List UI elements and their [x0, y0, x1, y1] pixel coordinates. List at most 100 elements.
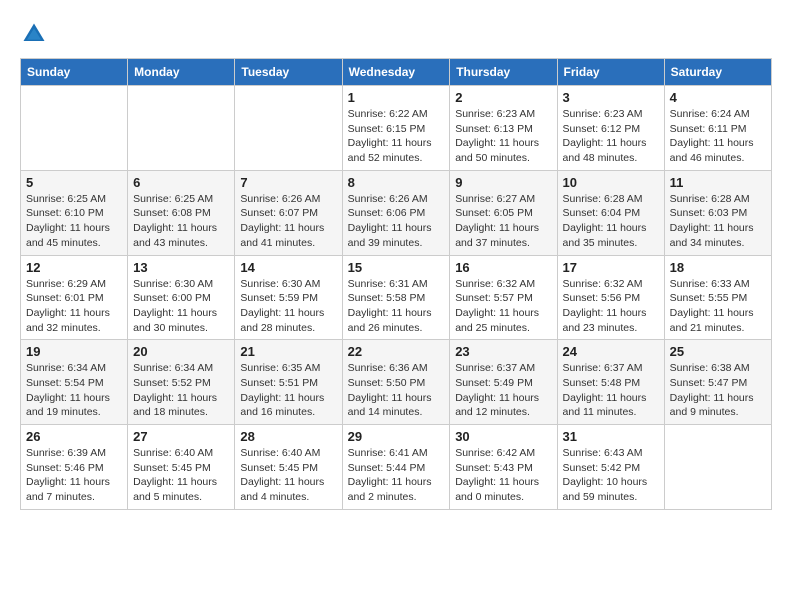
day-info: Sunrise: 6:36 AMSunset: 5:50 PMDaylight:… — [348, 361, 445, 420]
day-number: 12 — [26, 260, 122, 275]
calendar-cell: 19Sunrise: 6:34 AMSunset: 5:54 PMDayligh… — [21, 340, 128, 425]
day-info: Sunrise: 6:41 AMSunset: 5:44 PMDaylight:… — [348, 446, 445, 505]
calendar-cell: 7 Sunrise: 6:26 AMSunset: 6:07 PMDaylight… — [235, 170, 342, 255]
calendar-cell: 20Sunrise: 6:34 AMSunset: 5:52 PMDayligh… — [128, 340, 235, 425]
day-number: 16 — [455, 260, 551, 275]
calendar-cell: 30 Sunrise: 6:42 AMSunset: 5:43 PMDayligh… — [450, 425, 557, 510]
day-info: Sunrise: 6:23 AMSunset: 6:13 PMDaylight:… — [455, 107, 551, 166]
day-number: 29 — [348, 429, 445, 444]
calendar-cell: 23 Sunrise: 6:37 AMSunset: 5:49 PMDayligh… — [450, 340, 557, 425]
day-info: Sunrise: 6:33 AMSunset: 5:55 PMDaylight:… — [670, 277, 766, 336]
day-number: 26 — [26, 429, 122, 444]
calendar-cell: 27Sunrise: 6:40 AMSunset: 5:45 PMDayligh… — [128, 425, 235, 510]
day-info: Sunrise: 6:30 AMSunset: 6:00 PMDaylight:… — [133, 277, 229, 336]
day-number: 7 — [240, 175, 336, 190]
day-info: Sunrise: 6:26 AMSunset: 6:06 PMDaylight:… — [348, 192, 445, 251]
calendar-cell — [664, 425, 771, 510]
calendar-cell: 11 Sunrise: 6:28 AMSunset: 6:03 PMDayligh… — [664, 170, 771, 255]
day-info: Sunrise: 6:32 AMSunset: 5:56 PMDaylight:… — [563, 277, 659, 336]
day-info: Sunrise: 6:37 AMSunset: 5:48 PMDaylight:… — [563, 361, 659, 420]
day-info: Sunrise: 6:34 AMSunset: 5:54 PMDaylight:… — [26, 361, 122, 420]
calendar-cell: 28 Sunrise: 6:40 AMSunset: 5:45 PMDayligh… — [235, 425, 342, 510]
calendar-cell: 26 Sunrise: 6:39 AMSunset: 5:46 PMDayligh… — [21, 425, 128, 510]
weekday-header-monday: Monday — [128, 59, 235, 86]
day-number: 3 — [563, 90, 659, 105]
calendar-week-row: 19Sunrise: 6:34 AMSunset: 5:54 PMDayligh… — [21, 340, 772, 425]
calendar-cell — [235, 86, 342, 171]
day-number: 6 — [133, 175, 229, 190]
day-number: 30 — [455, 429, 551, 444]
day-info: Sunrise: 6:25 AMSunset: 6:10 PMDaylight:… — [26, 192, 122, 251]
day-info: Sunrise: 6:32 AMSunset: 5:57 PMDaylight:… — [455, 277, 551, 336]
logo — [20, 20, 50, 48]
day-number: 11 — [670, 175, 766, 190]
day-number: 22 — [348, 344, 445, 359]
weekday-header-wednesday: Wednesday — [342, 59, 450, 86]
day-number: 8 — [348, 175, 445, 190]
day-number: 24 — [563, 344, 659, 359]
weekday-header-thursday: Thursday — [450, 59, 557, 86]
day-info: Sunrise: 6:23 AMSunset: 6:12 PMDaylight:… — [563, 107, 659, 166]
day-info: Sunrise: 6:27 AMSunset: 6:05 PMDaylight:… — [455, 192, 551, 251]
calendar-week-row: 1Sunrise: 6:22 AMSunset: 6:15 PMDaylight… — [21, 86, 772, 171]
calendar-cell: 21Sunrise: 6:35 AMSunset: 5:51 PMDayligh… — [235, 340, 342, 425]
page-header — [20, 20, 772, 48]
calendar-cell: 14 Sunrise: 6:30 AMSunset: 5:59 PMDayligh… — [235, 255, 342, 340]
weekday-header-sunday: Sunday — [21, 59, 128, 86]
calendar-cell: 13 Sunrise: 6:30 AMSunset: 6:00 PMDayligh… — [128, 255, 235, 340]
day-info: Sunrise: 6:38 AMSunset: 5:47 PMDaylight:… — [670, 361, 766, 420]
day-number: 14 — [240, 260, 336, 275]
calendar-cell: 25 Sunrise: 6:38 AMSunset: 5:47 PMDayligh… — [664, 340, 771, 425]
calendar-cell: 15Sunrise: 6:31 AMSunset: 5:58 PMDayligh… — [342, 255, 450, 340]
day-number: 31 — [563, 429, 659, 444]
weekday-header-tuesday: Tuesday — [235, 59, 342, 86]
calendar-week-row: 12 Sunrise: 6:29 AMSunset: 6:01 PMDayligh… — [21, 255, 772, 340]
calendar-cell: 3 Sunrise: 6:23 AMSunset: 6:12 PMDaylight… — [557, 86, 664, 171]
day-info: Sunrise: 6:39 AMSunset: 5:46 PMDaylight:… — [26, 446, 122, 505]
day-info: Sunrise: 6:43 AMSunset: 5:42 PMDaylight:… — [563, 446, 659, 505]
day-number: 25 — [670, 344, 766, 359]
calendar-cell: 5 Sunrise: 6:25 AMSunset: 6:10 PMDaylight… — [21, 170, 128, 255]
calendar-week-row: 26 Sunrise: 6:39 AMSunset: 5:46 PMDayligh… — [21, 425, 772, 510]
day-number: 27 — [133, 429, 229, 444]
calendar-cell: 2 Sunrise: 6:23 AMSunset: 6:13 PMDaylight… — [450, 86, 557, 171]
calendar-cell: 1Sunrise: 6:22 AMSunset: 6:15 PMDaylight… — [342, 86, 450, 171]
calendar-cell: 17Sunrise: 6:32 AMSunset: 5:56 PMDayligh… — [557, 255, 664, 340]
day-number: 2 — [455, 90, 551, 105]
calendar-cell: 24 Sunrise: 6:37 AMSunset: 5:48 PMDayligh… — [557, 340, 664, 425]
day-info: Sunrise: 6:37 AMSunset: 5:49 PMDaylight:… — [455, 361, 551, 420]
calendar-cell: 4 Sunrise: 6:24 AMSunset: 6:11 PMDaylight… — [664, 86, 771, 171]
calendar-header-row: SundayMondayTuesdayWednesdayThursdayFrid… — [21, 59, 772, 86]
day-number: 15 — [348, 260, 445, 275]
day-number: 28 — [240, 429, 336, 444]
day-number: 9 — [455, 175, 551, 190]
day-info: Sunrise: 6:30 AMSunset: 5:59 PMDaylight:… — [240, 277, 336, 336]
calendar-cell: 6 Sunrise: 6:25 AMSunset: 6:08 PMDaylight… — [128, 170, 235, 255]
day-info: Sunrise: 6:42 AMSunset: 5:43 PMDaylight:… — [455, 446, 551, 505]
weekday-header-friday: Friday — [557, 59, 664, 86]
day-number: 10 — [563, 175, 659, 190]
day-info: Sunrise: 6:28 AMSunset: 6:03 PMDaylight:… — [670, 192, 766, 251]
calendar-week-row: 5 Sunrise: 6:25 AMSunset: 6:10 PMDaylight… — [21, 170, 772, 255]
day-info: Sunrise: 6:24 AMSunset: 6:11 PMDaylight:… — [670, 107, 766, 166]
calendar-cell: 12 Sunrise: 6:29 AMSunset: 6:01 PMDayligh… — [21, 255, 128, 340]
day-number: 13 — [133, 260, 229, 275]
calendar-cell: 8 Sunrise: 6:26 AMSunset: 6:06 PMDaylight… — [342, 170, 450, 255]
calendar-table: SundayMondayTuesdayWednesdayThursdayFrid… — [20, 58, 772, 510]
calendar-cell — [128, 86, 235, 171]
day-number: 18 — [670, 260, 766, 275]
day-number: 20 — [133, 344, 229, 359]
day-info: Sunrise: 6:35 AMSunset: 5:51 PMDaylight:… — [240, 361, 336, 420]
calendar-cell: 16 Sunrise: 6:32 AMSunset: 5:57 PMDayligh… — [450, 255, 557, 340]
day-number: 5 — [26, 175, 122, 190]
calendar-cell: 29 Sunrise: 6:41 AMSunset: 5:44 PMDayligh… — [342, 425, 450, 510]
calendar-cell: 31 Sunrise: 6:43 AMSunset: 5:42 PMDayligh… — [557, 425, 664, 510]
day-number: 23 — [455, 344, 551, 359]
day-info: Sunrise: 6:28 AMSunset: 6:04 PMDaylight:… — [563, 192, 659, 251]
day-number: 4 — [670, 90, 766, 105]
calendar-cell: 9 Sunrise: 6:27 AMSunset: 6:05 PMDaylight… — [450, 170, 557, 255]
day-info: Sunrise: 6:26 AMSunset: 6:07 PMDaylight:… — [240, 192, 336, 251]
day-info: Sunrise: 6:29 AMSunset: 6:01 PMDaylight:… — [26, 277, 122, 336]
day-info: Sunrise: 6:25 AMSunset: 6:08 PMDaylight:… — [133, 192, 229, 251]
day-info: Sunrise: 6:40 AMSunset: 5:45 PMDaylight:… — [240, 446, 336, 505]
